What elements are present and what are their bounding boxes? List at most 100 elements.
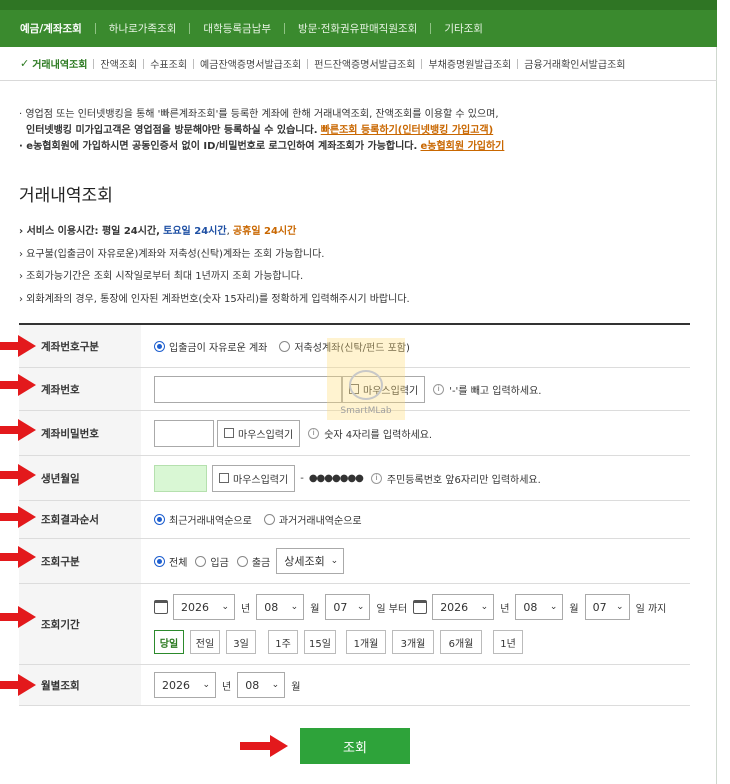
calendar-icon[interactable] [154,600,168,614]
preset-3months[interactable]: 3개월 [392,630,434,654]
info-line-4: › 외화계좌의 경우, 통장에 인자된 계좌번호(숫자 15자리)를 정확하게 … [19,293,410,305]
radio-dot [263,514,275,525]
tab-deposit-cert[interactable]: 예금잔액증명서발급조회 [200,56,301,71]
arrow-right-icon [240,735,290,757]
account-number-input[interactable] [154,375,342,403]
preset-1year[interactable]: 1년 [493,630,523,654]
notice-line-3-text: · e농협회원에 가입하시면 공동인증서 없이 ID/비밀번호로 로그인하여 계… [19,141,418,152]
arrow-right-icon [0,546,36,568]
member-join-link[interactable]: e농협회원 가입하기 [421,141,505,152]
topnav-deposit-inquiry[interactable]: 예금/계좌조회 [20,21,82,36]
chevron-down-icon: ⌄ [616,602,624,612]
start-year-select[interactable]: 2026 ⌄ [173,594,235,620]
calendar-icon[interactable] [413,600,428,614]
notice-line-2-text: 인터넷뱅킹 미가입고객은 영업점을 방문해야만 등록하실 수 있습니다. [26,125,318,136]
button-label: 마우스입력기 [238,429,294,441]
service-hours-label: › 서비스 이용시간: 평일 24시간, [19,226,160,237]
radio-recent-first[interactable]: 최근거래내역순으로 [154,512,252,527]
tab-check[interactable]: 수표조회 [150,56,187,71]
saturday-hours: 토요일 24시간 [163,226,227,237]
unit-from: 일 부터 [376,603,408,615]
tab-transaction-history[interactable]: 거래내역조회 [32,56,87,71]
monthly-label: 월별조회 [19,665,141,705]
watermark-text: SmartMLab [340,406,392,416]
preset-15days[interactable]: 15일 [304,630,336,654]
end-month-select[interactable]: 08 ⌄ [515,594,564,620]
notice-box: · 영업점 또는 인터넷뱅킹을 통해 '빠른계좌조회'를 등록한 계좌에 한해 … [19,107,699,155]
sub-nav: ✓ 거래내역조회 잔액조회 수표조회 예금잔액증명서발급조회 펀드잔액증명서발급… [0,47,717,81]
category-label: 조회구분 [19,539,141,583]
arrow-right-icon [0,674,36,696]
unit-to: 일 까지 [635,603,667,615]
info-line-3: › 조회가능기간은 조회 시작일로부터 최대 1년까지 조회 가능합니다. [19,271,304,282]
unit-month: 월 [310,603,320,615]
radio-label: 전체 [169,557,188,569]
tab-finance-cert[interactable]: 금융거래확인서발급조회 [524,56,625,71]
top-nav: 예금/계좌조회 하나로가족조회 대학등록금납부 방문·전화권유판매직원조회 기타… [0,0,717,47]
period-presets: 당일 전일 3일 1주 15일 1개월 3개월 6개월 1년 [154,630,529,654]
monthly-year-select[interactable]: 2026 ⌄ [154,672,216,698]
search-submit-button[interactable]: 조회 [300,728,410,764]
radio-label: 최근거래내역순으로 [169,516,252,527]
birthdate-hint: 주민등록번호 앞6자리만 입력하세요. [386,474,541,486]
tab-balance[interactable]: 잔액조회 [100,56,137,71]
masked-digits: ●●●●●●● [308,472,364,484]
chevron-down-icon: ⌄ [356,602,365,612]
divider [517,58,519,69]
info-icon: i [308,427,320,439]
monthly-month-select[interactable]: 08 ⌄ [237,672,286,698]
page-title: 거래내역조회 [19,186,113,206]
select-value: 08 [245,678,260,692]
radio-label: 출금 [251,557,271,569]
select-value: 2026 [440,600,469,614]
tab-fund-cert[interactable]: 펀드잔액증명서발급조회 [314,56,415,71]
topnav-sales-staff[interactable]: 방문·전화권유판매직원조회 [298,21,417,36]
info-icon: i [433,383,445,395]
row-category: 조회구분 전체 입금 출금 상세조회 ⌄ [19,539,690,584]
radio-dot [154,340,165,352]
chevron-down-icon: ⌄ [271,680,280,690]
chevron-down-icon: ⌄ [290,602,299,612]
radio-withdraw[interactable]: 출금 [236,554,271,569]
preset-yesterday[interactable]: 전일 [190,630,220,654]
radio-oldest-first[interactable]: 과거거래내역순으로 [263,512,362,527]
topnav-other[interactable]: 기타조회 [444,21,483,36]
tab-debt-cert[interactable]: 부채증명원발급조회 [428,56,511,71]
unit-month: 월 [291,681,301,693]
radio-deposit[interactable]: 입금 [195,554,229,569]
checkbox [224,428,234,438]
birthdate-mouse-input-button[interactable]: 마우스입력기 [212,464,296,492]
start-day-select[interactable]: 07 ⌄ [325,594,371,620]
notice-line-1: · 영업점 또는 인터넷뱅킹을 통해 '빠른계좌조회'를 등록한 계좌에 한해 … [19,109,499,120]
start-month-select[interactable]: 08 ⌄ [256,594,305,620]
divider [193,58,195,69]
row-monthly: 월별조회 2026 ⌄ 년 08 ⌄ 월 [19,665,690,706]
radio-demand-account[interactable]: 입출금이 자유로운 계좌 [154,339,267,354]
row-birthdate: 생년월일 마우스입력기 - ●●●●●●● i 주민등록번호 앞6자리만 입력하… [19,456,690,501]
preset-today[interactable]: 당일 [154,630,184,654]
birth-dash: - [300,472,304,484]
preset-6months[interactable]: 6개월 [440,630,482,654]
service-info: › 서비스 이용시간: 평일 24시간, 토요일 24시간, 공휴일 24시간 … [19,221,410,311]
preset-1week[interactable]: 1주 [268,630,298,654]
end-year-select[interactable]: 2026 ⌄ [432,594,495,620]
result-order-label: 조회결과순서 [19,501,141,538]
service-hours: › 서비스 이용시간: 평일 24시간, 토요일 24시간, 공휴일 24시간 [19,226,297,237]
account-hint: '-'를 빼고 입력하세요. [449,385,542,397]
divider [421,58,423,69]
topnav-family-inquiry[interactable]: 하나로가족조회 [109,21,177,36]
arrow-right-icon [0,419,36,441]
quick-register-link[interactable]: 빠른조회 등록하기(인터넷뱅킹 가입고객) [321,125,494,136]
preset-3days[interactable]: 3일 [226,630,256,654]
topnav-tuition[interactable]: 대학등록금납부 [203,21,271,36]
preset-1month[interactable]: 1개월 [346,630,386,654]
divider [430,23,432,34]
select-value: 08 [523,600,538,614]
end-day-select[interactable]: 07 ⌄ [584,594,630,620]
detail-inquiry-select[interactable]: 상세조회 ⌄ [276,548,345,574]
button-label: 마우스입력기 [233,474,289,486]
password-mouse-input-button[interactable]: 마우스입력기 [217,419,301,447]
radio-all[interactable]: 전체 [154,554,187,569]
password-input[interactable] [154,419,214,447]
birthdate-input[interactable] [154,464,207,492]
